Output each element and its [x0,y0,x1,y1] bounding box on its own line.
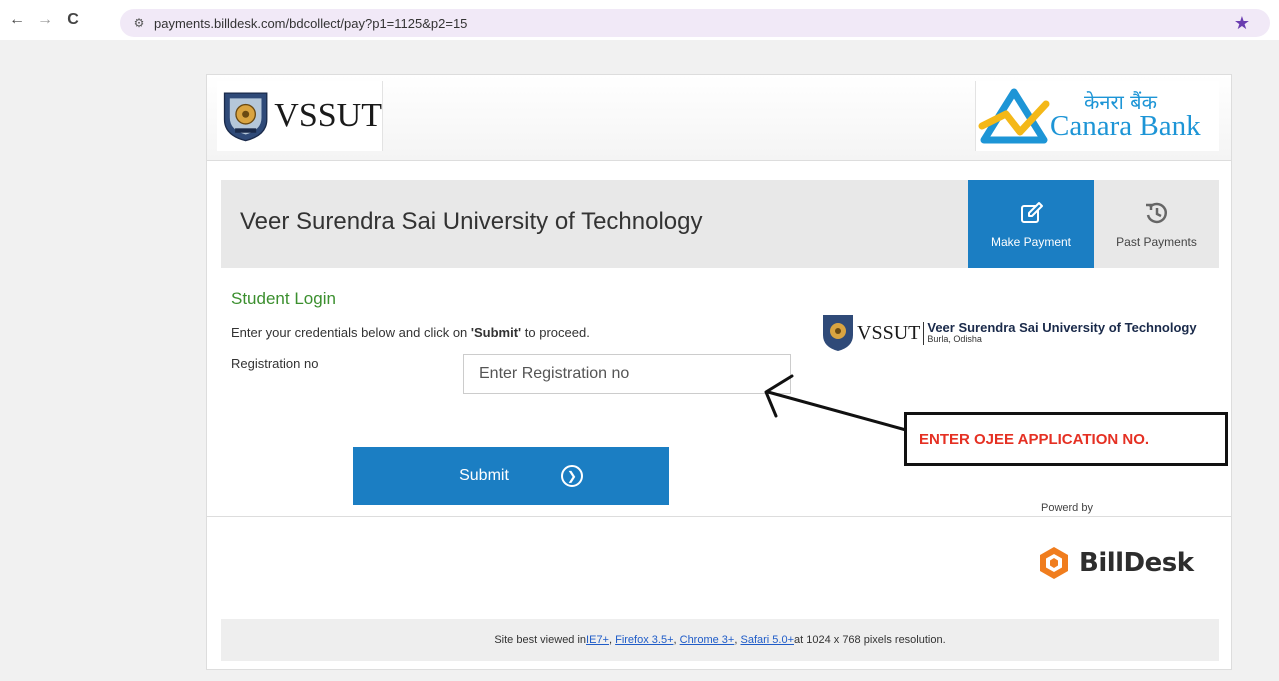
address-bar[interactable]: ⚙ payments.billdesk.com/bdcollect/pay?p1… [120,9,1270,37]
canara-bank-logo: केनरा बैंक Canara Bank [975,81,1219,151]
url-text: payments.billdesk.com/bdcollect/pay?p1=1… [154,15,468,31]
site-settings-icon[interactable]: ⚙ [130,14,148,32]
tab-make-payment-label: Make Payment [990,235,1072,249]
university-title: Veer Surendra Sai University of Technolo… [240,208,703,235]
vssut-logo-text: VSSUT [274,97,382,134]
billdesk-logo: BillDesk [1037,545,1194,581]
edit-icon [1021,202,1043,223]
section-divider [207,516,1231,517]
registration-label: Registration no [231,356,319,371]
link-ie7[interactable]: IE7+ [586,634,609,646]
canara-hindi-text: केनरा बैंक [1084,89,1157,114]
chevron-right-circle-icon: ❯ [560,465,583,487]
vssut-small-emblem-icon [823,315,853,351]
history-icon [1145,202,1167,224]
instructions-text-start: Enter your credentials below and click o… [231,325,471,340]
annotation-box: ENTER OJEE APPLICATION NO. [904,412,1228,466]
login-instructions: Enter your credentials below and click o… [231,325,590,340]
billdesk-brand: BillDesk [1079,548,1194,578]
footer-suffix: at 1024 x 768 pixels resolution. [794,634,946,646]
tab-make-payment[interactable]: Make Payment [968,180,1094,268]
instructions-submit-bold: 'Submit' [470,325,522,340]
reload-button[interactable]: C [62,9,84,31]
side-logo-name: Veer Surendra Sai University of Technolo… [927,319,1197,335]
vssut-logo: VSSUT [217,81,383,151]
title-bar: Veer Surendra Sai University of Technolo… [221,180,1219,268]
side-logo-short: VSSUT [857,321,925,345]
back-button[interactable]: ← [6,9,28,31]
browser-toolbar: ← → C ⚙ payments.billdesk.com/bdcollect/… [0,0,1279,40]
bookmark-star-icon[interactable]: ★ [1234,13,1250,34]
canara-bank-emblem-icon [978,88,1050,144]
registration-input[interactable] [463,354,791,394]
tab-past-payments[interactable]: Past Payments [1094,180,1219,268]
submit-label: Submit [459,467,509,484]
billdesk-hexagon-icon [1040,547,1068,579]
submit-button[interactable]: Submit ❯ [353,447,669,505]
side-logo-location: Burla, Odisha [927,334,982,345]
header: VSSUT केनरा बैंक Canara Bank [207,75,1231,161]
footer-prefix: Site best viewed in [494,634,587,646]
annotation-text: ENTER OJEE APPLICATION NO. [919,430,1150,448]
student-login-heading: Student Login [231,289,336,308]
instructions-text-end: to proceed. [521,325,590,340]
link-firefox[interactable]: Firefox 3.5+ [615,634,673,646]
annotation-arrow [764,374,907,432]
canara-english-text: Canara Bank [1050,109,1201,142]
link-safari[interactable]: Safari 5.0+ [740,634,794,646]
tab-past-payments-label: Past Payments [1116,235,1197,249]
link-chrome[interactable]: Chrome 3+ [680,634,735,646]
vssut-emblem-icon [223,92,268,142]
vssut-side-logo: VSSUT Veer Surendra Sai University of Te… [821,311,1217,355]
forward-button[interactable]: → [34,9,56,31]
powered-by-label: Powerd by [1041,502,1093,514]
footer: Site best viewed in IE7+, Firefox 3.5+, … [221,619,1219,661]
payment-page: VSSUT केनरा बैंक Canara Bank Veer Surend… [206,74,1232,670]
